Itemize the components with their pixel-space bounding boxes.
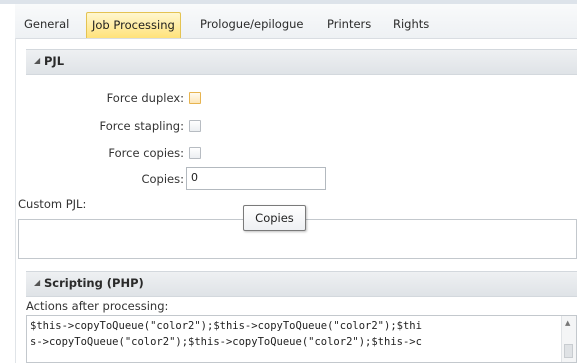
scrollbar-thumb[interactable] [564, 344, 573, 358]
tab-general[interactable]: General [19, 12, 74, 36]
copies-label: Copies: [141, 172, 184, 186]
panel-left-border [15, 38, 16, 363]
tab-bar: General Job Processing Prologue/epilogue… [15, 4, 577, 39]
collapse-triangle-icon[interactable]: ◢ [34, 278, 40, 287]
custom-pjl-label: Custom PJL: [18, 197, 87, 211]
collapse-triangle-icon[interactable]: ◢ [34, 56, 40, 65]
tab-rights[interactable]: Rights [388, 12, 434, 36]
tab-job-processing[interactable]: Job Processing [86, 12, 181, 38]
pjl-section-title: PJL [44, 54, 65, 68]
scroll-up-arrow-icon[interactable]: ▲ [565, 319, 570, 327]
code-line: s->copyToQueue("color2");$this->copyToQu… [30, 336, 422, 348]
copies-input[interactable]: 0 [186, 167, 326, 190]
tab-printers[interactable]: Printers [322, 12, 376, 36]
tab-prologue-epilogue[interactable]: Prologue/epilogue [195, 12, 308, 36]
force-stapling-checkbox[interactable] [189, 120, 201, 132]
code-line: $this->copyToQueue("color2");$this->copy… [30, 320, 422, 332]
scripting-section-title: Scripting (PHP) [44, 276, 144, 290]
force-duplex-checkbox[interactable] [189, 92, 201, 104]
pjl-section-header[interactable]: ◢ PJL [26, 49, 577, 75]
force-copies-checkbox[interactable] [189, 147, 201, 159]
scripting-section-header[interactable]: ◢ Scripting (PHP) [26, 271, 577, 297]
force-duplex-label: Force duplex: [106, 91, 184, 105]
force-copies-label: Force copies: [108, 146, 184, 160]
copies-tooltip: Copies [243, 205, 306, 231]
vertical-scrollbar[interactable]: ▲ [561, 316, 576, 362]
actions-code-editor[interactable]: $this->copyToQueue("color2");$this->copy… [26, 315, 577, 363]
force-stapling-label: Force stapling: [99, 119, 184, 133]
actions-after-processing-label: Actions after processing: [26, 299, 169, 313]
